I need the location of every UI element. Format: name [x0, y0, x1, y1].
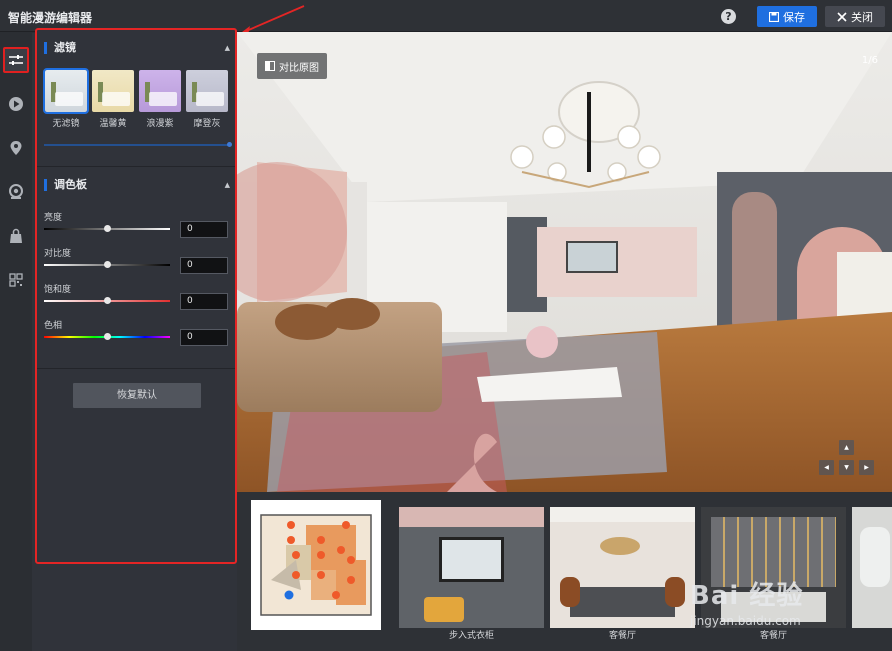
- scene-caption: 步入式衣柜: [448, 631, 494, 641]
- filter-thumbnail: [92, 70, 134, 112]
- view-navigation-pad: ▲ ◀ ▼ ▶: [817, 440, 877, 480]
- panorama-viewer[interactable]: 对比原图 1/6 ▲ ◀ ▼ ▶: [237, 32, 892, 492]
- hue-input[interactable]: 0: [180, 329, 228, 346]
- palette-section-title: 调色板: [54, 178, 87, 191]
- compare-original-button[interactable]: 对比原图: [257, 53, 327, 79]
- location-pin-icon: [10, 141, 22, 155]
- scene-caption: 客餐厅: [759, 631, 787, 641]
- slider-knob[interactable]: [104, 261, 111, 268]
- scene-thumbnail-image: [852, 507, 892, 628]
- save-label: 保存: [783, 10, 805, 24]
- contrast-label: 对比度: [44, 249, 72, 259]
- nav-down-icon[interactable]: ▼: [839, 460, 854, 475]
- nav-up-icon[interactable]: ▲: [839, 440, 854, 455]
- question-circle-icon[interactable]: ?: [721, 9, 736, 24]
- play-icon: [9, 97, 23, 111]
- filter-option[interactable]: 浪漫紫: [139, 70, 181, 129]
- saturation-label: 饱和度: [44, 285, 72, 295]
- brightness-label: 亮度: [44, 213, 63, 223]
- scene-thumbnail-image: [399, 507, 544, 628]
- scene-page-indicator: 1/6: [861, 55, 878, 66]
- saturation-slider[interactable]: [44, 297, 170, 304]
- collapse-caret-icon: ▲: [224, 44, 230, 52]
- shopping-bag-icon: [10, 228, 22, 243]
- rail-item-hotspot[interactable]: [3, 179, 29, 205]
- palette-section-header[interactable]: 调色板 ▲: [44, 176, 230, 194]
- rail-item-adjust[interactable]: [3, 47, 29, 73]
- scene-thumbnail[interactable]: 步入式衣柜: [399, 507, 544, 644]
- contrast-input[interactable]: 0: [180, 257, 228, 274]
- compare-icon: [265, 61, 275, 71]
- tool-rail: [0, 33, 32, 651]
- rail-item-location[interactable]: [3, 135, 29, 161]
- rail-item-shop[interactable]: [3, 223, 29, 249]
- filter-label: 浪漫紫: [146, 119, 174, 129]
- filter-strength-slider[interactable]: [44, 142, 232, 147]
- filter-section-title: 滤镜: [54, 41, 76, 54]
- slider-knob[interactable]: [104, 225, 111, 232]
- scene-thumbnail-image: [550, 507, 695, 628]
- adjust-panel: 滤镜 ▲ 无滤镜 温馨黄 浪漫紫 摩登灰 调色板 ▲ 亮度 0 对比度 0 饱和…: [35, 28, 237, 564]
- scene-thumbnail[interactable]: [852, 507, 892, 644]
- scene-thumbnail[interactable]: 客餐厅: [550, 507, 695, 644]
- filter-thumbnail: [43, 68, 89, 114]
- app-title: 智能漫游编辑器: [8, 11, 93, 25]
- baidu-watermark: Bai 经验 jingyan.baidu.com: [690, 575, 803, 628]
- rail-item-play[interactable]: [3, 91, 29, 117]
- watermark-brand: Bai 经验: [690, 581, 804, 611]
- nav-left-icon[interactable]: ◀: [819, 460, 834, 475]
- hotspot-target-icon: [9, 184, 23, 199]
- scene-caption: [852, 628, 892, 644]
- floor-plan-map: [260, 514, 372, 616]
- save-disk-icon: [769, 11, 779, 22]
- filter-label: 无滤镜: [52, 119, 80, 129]
- filter-section-header[interactable]: 滤镜 ▲: [44, 39, 230, 57]
- filter-thumbnail: [186, 70, 228, 112]
- nav-right-icon[interactable]: ▶: [859, 460, 874, 475]
- filter-label: 温馨黄: [99, 119, 127, 129]
- rail-item-qrcode[interactable]: [3, 267, 29, 293]
- close-label: 关闭: [851, 10, 873, 24]
- filter-option[interactable]: 温馨黄: [92, 70, 134, 129]
- collapse-caret-icon: ▲: [224, 181, 230, 189]
- adjust-sliders-icon: [9, 55, 23, 65]
- filter-label: 摩登灰: [193, 119, 221, 129]
- room-scene-image: [237, 32, 892, 492]
- close-icon: [837, 11, 847, 22]
- filter-option[interactable]: 无滤镜: [43, 68, 89, 129]
- reset-default-button[interactable]: 恢复默认: [73, 383, 201, 408]
- app-window: 智能漫游编辑器 ? 保存 关闭 滤镜 ▲ 无滤镜 温馨黄 浪漫紫 摩登灰 调色板…: [0, 0, 892, 651]
- brightness-input[interactable]: 0: [180, 221, 228, 238]
- compare-label: 对比原图: [279, 62, 319, 74]
- saturation-input[interactable]: 0: [180, 293, 228, 310]
- section-divider: [37, 368, 235, 369]
- slider-knob[interactable]: [104, 333, 111, 340]
- save-button[interactable]: 保存: [757, 6, 817, 27]
- slider-knob[interactable]: [104, 297, 111, 304]
- watermark-site: jingyan.baidu.com: [690, 614, 801, 628]
- scene-caption: 客餐厅: [608, 631, 636, 641]
- filter-thumbnail: [139, 70, 181, 112]
- brightness-slider[interactable]: [44, 225, 170, 232]
- close-button[interactable]: 关闭: [825, 6, 885, 27]
- hue-slider[interactable]: [44, 333, 170, 340]
- filter-option[interactable]: 摩登灰: [186, 70, 228, 129]
- hue-label: 色相: [44, 321, 63, 331]
- floor-plan-thumbnail[interactable]: [251, 500, 381, 630]
- section-divider: [37, 166, 235, 167]
- contrast-slider[interactable]: [44, 261, 170, 268]
- grid-apps-icon: [9, 273, 23, 287]
